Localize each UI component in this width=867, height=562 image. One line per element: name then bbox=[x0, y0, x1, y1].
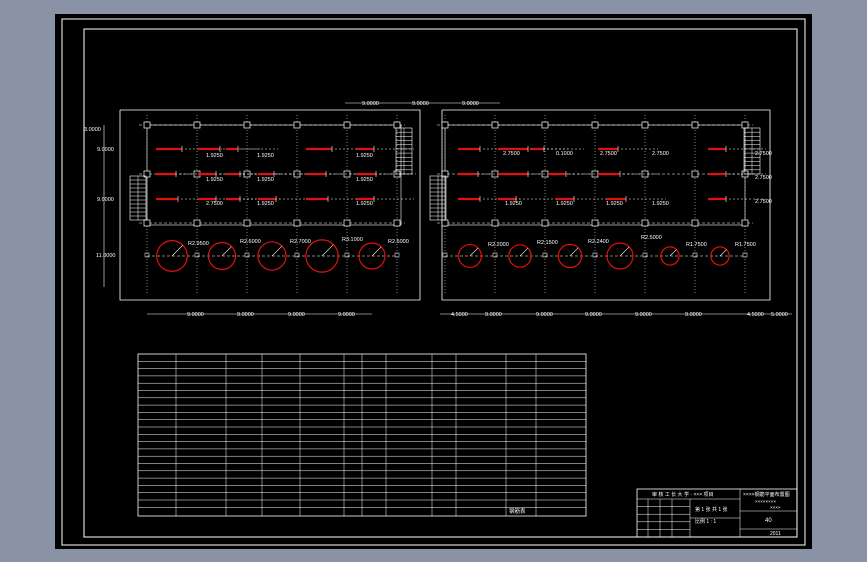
left-column-node bbox=[393, 219, 401, 227]
right-column-node bbox=[491, 219, 499, 227]
right-r1-label-5: 2.7500 bbox=[755, 151, 772, 157]
dim-left-3: 9.0000 bbox=[97, 197, 114, 203]
left-column-node bbox=[243, 121, 251, 129]
left-column-node bbox=[343, 219, 351, 227]
title-block-sub2: ×××× bbox=[770, 505, 781, 510]
right-column-node bbox=[441, 219, 449, 227]
dim-bottom-right-1: 4.5000 bbox=[451, 312, 468, 318]
right-column-node bbox=[641, 219, 649, 227]
dim-bottom-right-8: 5.0000 bbox=[771, 312, 788, 318]
left-column-node bbox=[293, 219, 301, 227]
drawing-sheet bbox=[55, 14, 812, 549]
dim-bottom-right-2: 9.0000 bbox=[485, 312, 502, 318]
right-column-node bbox=[591, 121, 599, 129]
dim-left-4: 11.0000 bbox=[96, 253, 115, 259]
right-r3-label-2: 1.9250 bbox=[556, 201, 573, 207]
left-column-node bbox=[243, 219, 251, 227]
right-r1-label-1: 2.7500 bbox=[503, 151, 520, 157]
dim-top-3: 9.0000 bbox=[462, 101, 479, 107]
right-radius-5: R1.7500 bbox=[686, 242, 707, 248]
dim-bottom-right-7: 4.5000 bbox=[747, 312, 764, 318]
dim-top-2: 9.0000 bbox=[412, 101, 429, 107]
right-radius-4: R2.5000 bbox=[641, 235, 662, 241]
right-radius-6: R1.7500 bbox=[735, 242, 756, 248]
cad-drawing-viewport[interactable]: 9.0000 9.0000 9.0000 3.0000 9.0000 9.000… bbox=[0, 0, 867, 562]
right-column-node bbox=[541, 219, 549, 227]
title-block-project: ××××钢筋平面布置图 bbox=[743, 491, 790, 498]
schedule-footer-label: 钢筋表 bbox=[509, 507, 526, 515]
right-r2-label-1: 2.7500 bbox=[755, 175, 772, 181]
title-block-code: 40 bbox=[765, 518, 772, 524]
right-radius-1: R2.2000 bbox=[488, 242, 509, 248]
title-block-sheet-no: 第 1 张 共 1 张 bbox=[695, 506, 728, 513]
right-column-node bbox=[491, 121, 499, 129]
right-column-node bbox=[691, 219, 699, 227]
right-radius-2: R2.1500 bbox=[537, 240, 558, 246]
title-block-date: 2011 bbox=[770, 531, 781, 537]
left-r3-label-3: 1.9250 bbox=[356, 201, 373, 207]
title-block-header: 审 核 工 长 大 学 · ××× 项目 bbox=[652, 491, 714, 498]
left-r1-label-1: 1.9250 bbox=[206, 153, 223, 159]
left-radius-2: R2.6000 bbox=[240, 239, 261, 245]
dim-left-2: 9.0000 bbox=[97, 147, 114, 153]
right-column-node bbox=[541, 121, 549, 129]
right-column-node bbox=[591, 219, 599, 227]
dim-bottom-right-5: 9.0000 bbox=[635, 312, 652, 318]
dim-bottom-left-4: 9.0000 bbox=[338, 312, 355, 318]
right-r3-label-3: 1.9250 bbox=[606, 201, 623, 207]
cad-drawing[interactable]: 9.0000 9.0000 9.0000 3.0000 9.0000 9.000… bbox=[0, 0, 867, 562]
right-column-node bbox=[691, 121, 699, 129]
right-radius-3: R2.2400 bbox=[588, 239, 609, 245]
right-column-node bbox=[441, 121, 449, 129]
dim-bottom-right-4: 9.0000 bbox=[585, 312, 602, 318]
right-r1-label-2: 0.1000 bbox=[556, 151, 573, 157]
left-r2-label-2: 1.9250 bbox=[257, 177, 274, 183]
right-r3-label-4: 1.9250 bbox=[652, 201, 669, 207]
left-column-node bbox=[143, 121, 151, 129]
left-r3-label-1: 2.7500 bbox=[206, 201, 223, 207]
left-r3-label-2: 1.9250 bbox=[257, 201, 274, 207]
left-r1-label-2: 1.9250 bbox=[257, 153, 274, 159]
dim-top-1: 9.0000 bbox=[362, 101, 379, 107]
right-r3-label-1: 1.9250 bbox=[505, 201, 522, 207]
left-r2-label-3: 1.9250 bbox=[356, 177, 373, 183]
dim-bottom-left-1: 9.0000 bbox=[187, 312, 204, 318]
title-block-scale: 比例 1 : 1 bbox=[695, 518, 716, 525]
dim-bottom-left-2: 9.0000 bbox=[237, 312, 254, 318]
left-r2-label-1: 1.9250 bbox=[206, 177, 223, 183]
left-column-node bbox=[393, 121, 401, 129]
right-column-node bbox=[741, 219, 749, 227]
dim-bottom-left-3: 9.0000 bbox=[288, 312, 305, 318]
left-column-node bbox=[343, 121, 351, 129]
left-r1-label-3: 1.9250 bbox=[356, 153, 373, 159]
left-column-node bbox=[193, 121, 201, 129]
right-r1-label-4: 2.7500 bbox=[652, 151, 669, 157]
title-block-sub1: ×××××××× bbox=[755, 499, 776, 504]
dim-bottom-right-3: 9.0000 bbox=[536, 312, 553, 318]
left-radius-1: R2.9500 bbox=[188, 241, 209, 247]
right-column-node bbox=[741, 121, 749, 129]
right-r1-label-3: 2.7500 bbox=[600, 151, 617, 157]
right-column-node bbox=[641, 121, 649, 129]
right-column-node bbox=[691, 170, 699, 178]
left-column-node bbox=[293, 121, 301, 129]
left-radius-5: R2.5000 bbox=[388, 239, 409, 245]
left-radius-3: R2.7000 bbox=[290, 239, 311, 245]
left-radius-4: R3.1000 bbox=[342, 237, 363, 243]
dim-bottom-right-6: 9.0000 bbox=[685, 312, 702, 318]
left-column-node bbox=[193, 219, 201, 227]
dim-left-1: 3.0000 bbox=[84, 127, 101, 133]
left-column-node bbox=[143, 219, 151, 227]
right-r3-label-5: 2.7500 bbox=[755, 199, 772, 205]
